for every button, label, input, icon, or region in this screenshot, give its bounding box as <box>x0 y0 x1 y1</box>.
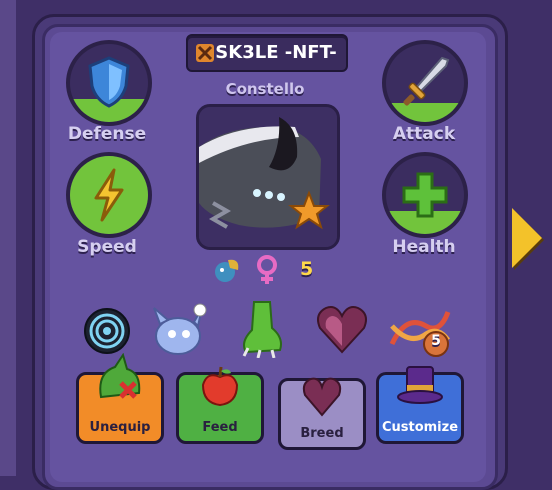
dna-icon <box>389 311 451 357</box>
health-label: Health <box>392 237 456 257</box>
dragon-icon <box>99 353 141 399</box>
lightning-icon <box>94 168 124 222</box>
breed-label: Breed <box>300 426 344 441</box>
defense-label: Defense <box>67 124 147 144</box>
breed-button[interactable]: Breed <box>278 377 366 450</box>
heart-gem-icon <box>317 306 367 354</box>
target-ring-icon <box>84 308 130 354</box>
plus-icon <box>402 172 448 218</box>
customize-button[interactable]: Customize <box>376 366 464 444</box>
creature-image <box>199 107 337 247</box>
nft-title: SK3LE -NFT- <box>215 42 337 63</box>
claw-foot-icon <box>242 301 282 358</box>
unequip-button[interactable]: Unequip <box>76 353 164 444</box>
breed-count: 5 <box>300 258 314 280</box>
feed-button[interactable]: Feed <box>176 366 264 444</box>
next-arrow-button[interactable] <box>512 208 542 268</box>
health-stat <box>382 152 468 238</box>
shield-icon <box>88 56 130 108</box>
feed-label: Feed <box>202 420 238 435</box>
creature-type-icon <box>215 259 239 282</box>
breed-heart-icon <box>302 377 342 417</box>
female-gender-icon <box>257 255 277 284</box>
sword-icon <box>403 56 450 106</box>
top-hat-icon <box>397 366 443 404</box>
speed-label: Speed <box>77 237 137 257</box>
speed-stat <box>66 152 152 238</box>
nft-name: Constello <box>225 80 305 98</box>
monster-pet-icon <box>153 303 207 355</box>
attack-label: Attack <box>392 124 456 144</box>
collection-icon <box>196 44 214 62</box>
nft-title-badge: SK3LE -NFT- <box>186 34 348 72</box>
background-stripe <box>0 0 16 476</box>
dna-badge-count: 5 <box>431 333 441 349</box>
nft-portrait <box>196 104 340 250</box>
defense-stat <box>66 40 152 126</box>
unequip-label: Unequip <box>89 420 151 435</box>
apple-icon <box>201 366 239 407</box>
customize-label: Customize <box>381 420 459 435</box>
attack-stat <box>382 40 468 126</box>
